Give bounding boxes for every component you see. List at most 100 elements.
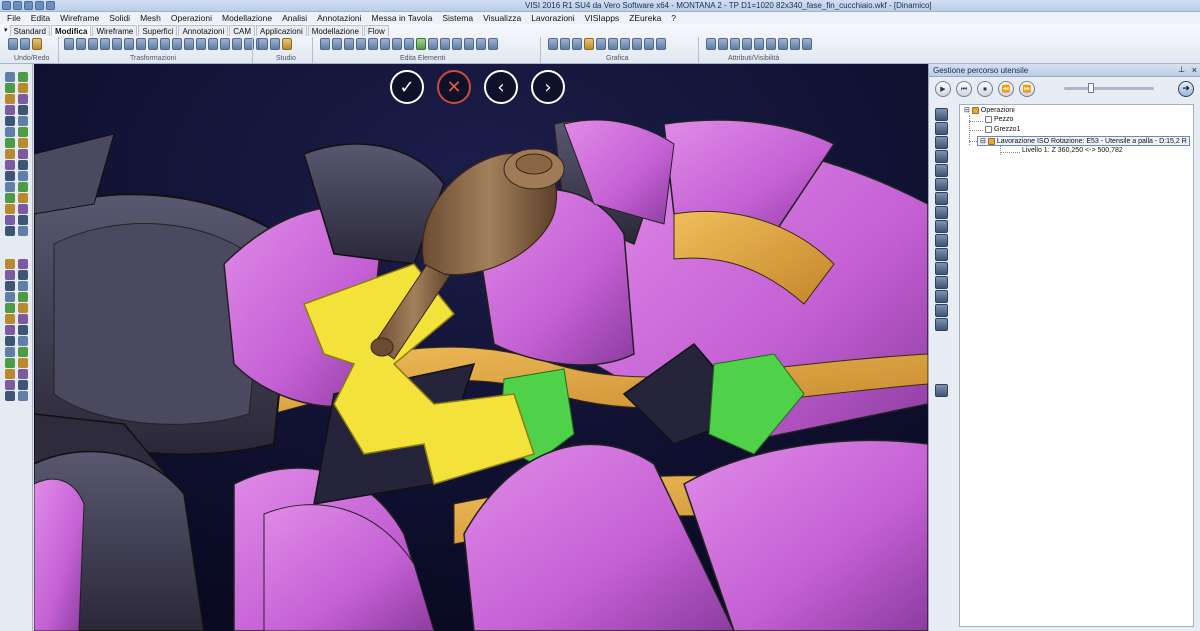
view-top-icon[interactable] (560, 38, 570, 50)
zoom-a-icon[interactable] (5, 369, 15, 379)
tab-applicazioni[interactable]: Applicazioni (256, 25, 307, 36)
shade-a-icon[interactable] (5, 358, 15, 368)
delete-icon[interactable] (476, 38, 486, 50)
wrap-icon[interactable] (184, 38, 194, 50)
tab-modifica[interactable]: Modifica (50, 25, 92, 36)
menu-item-edita[interactable]: Edita (26, 13, 55, 23)
project-icon[interactable] (172, 38, 182, 50)
analyze-b-icon[interactable] (18, 347, 28, 357)
scale-icon[interactable] (112, 38, 122, 50)
dimension-b-icon[interactable] (18, 171, 28, 181)
hidden-line-icon[interactable] (620, 38, 630, 50)
pan-a-icon[interactable] (5, 380, 15, 390)
fillet-icon[interactable] (368, 38, 378, 50)
cancel-button[interactable]: ✕ (437, 70, 471, 104)
analyze-a-icon[interactable] (5, 347, 15, 357)
layer-icon[interactable] (706, 38, 716, 50)
pin-icon[interactable]: ⊥ (1178, 65, 1185, 74)
close-icon[interactable]: × (1192, 65, 1197, 75)
edit-curve-icon[interactable] (416, 38, 426, 50)
text-a-icon[interactable] (5, 160, 15, 170)
show-a-icon[interactable] (5, 314, 15, 324)
text-b-icon[interactable] (18, 160, 28, 170)
previous-button[interactable]: ‹ (484, 70, 518, 104)
layer-b-icon[interactable] (18, 292, 28, 302)
menu-item-operazioni[interactable]: Operazioni (166, 13, 217, 23)
menu-item-lavorazioni[interactable]: Lavorazioni (526, 13, 579, 23)
slider-thumb[interactable] (1088, 83, 1094, 93)
play-button[interactable]: ▶ (935, 81, 951, 97)
menu-item-solidi[interactable]: Solidi (104, 13, 135, 23)
view-front-icon[interactable] (548, 38, 558, 50)
shade-b-icon[interactable] (18, 358, 28, 368)
settings-icon[interactable] (935, 276, 948, 289)
group-b-icon[interactable] (18, 281, 28, 291)
mirror-a-icon[interactable] (5, 226, 15, 236)
array-icon[interactable] (136, 38, 146, 50)
polygon-b-icon[interactable] (18, 138, 28, 148)
rectangle-b-icon[interactable] (18, 127, 28, 137)
tab-annotazioni[interactable]: Annotazioni (178, 25, 229, 36)
expand-icon[interactable] (935, 290, 948, 303)
pan-icon[interactable] (644, 38, 654, 50)
trim-b-icon[interactable] (18, 193, 28, 203)
color-icon[interactable] (718, 38, 728, 50)
rotate-view-icon[interactable] (656, 38, 666, 50)
fit-b-icon[interactable] (18, 391, 28, 401)
explode-icon[interactable] (440, 38, 450, 50)
show-b-icon[interactable] (18, 314, 28, 324)
rewind-button[interactable]: ⏮ (956, 81, 972, 97)
measure-a-icon[interactable] (5, 325, 15, 335)
post-icon[interactable] (935, 206, 948, 219)
hide-a-icon[interactable] (5, 303, 15, 313)
spline-b-icon[interactable] (18, 149, 28, 159)
bend-icon[interactable] (220, 38, 230, 50)
shade-icon[interactable] (596, 38, 606, 50)
point-a-icon[interactable] (5, 83, 15, 93)
pan-b-icon[interactable] (18, 380, 28, 390)
tree-item-pezzo[interactable]: Pezzo (985, 116, 1013, 123)
rotate-icon[interactable] (88, 38, 98, 50)
extrude-icon[interactable] (196, 38, 206, 50)
edit-more-icon[interactable] (488, 38, 498, 50)
sort-icon[interactable] (935, 220, 948, 233)
menu-item-visualizza[interactable]: Visualizza (478, 13, 526, 23)
copy-op-icon[interactable] (935, 136, 948, 149)
ribbon-collapse-icon[interactable]: ▾ (2, 25, 10, 36)
fit-a-icon[interactable] (5, 391, 15, 401)
simulation-slider[interactable] (1064, 83, 1154, 93)
measure-b-icon[interactable] (18, 325, 28, 335)
split-icon[interactable] (344, 38, 354, 50)
chamfer-icon[interactable] (380, 38, 390, 50)
fillet-b-icon[interactable] (18, 204, 28, 214)
view-iso-icon[interactable] (584, 38, 594, 50)
array-a-icon[interactable] (5, 270, 15, 280)
show-icon[interactable] (730, 38, 740, 50)
hide-icon[interactable] (742, 38, 752, 50)
menu-item-analisi[interactable]: Analisi (277, 13, 312, 23)
edit-op-icon[interactable] (935, 122, 948, 135)
menu-item-annotazioni[interactable]: Annotazioni (312, 13, 366, 23)
undo-icon[interactable] (8, 38, 18, 50)
section-a-icon[interactable] (5, 336, 15, 346)
open-file-icon[interactable] (13, 1, 22, 10)
tab-standard[interactable]: Standard (9, 25, 50, 36)
next-operation-icon[interactable]: ➜ (1178, 81, 1194, 97)
chamfer-b-icon[interactable] (18, 215, 28, 225)
collapse-icon[interactable] (935, 304, 948, 317)
redo-icon[interactable] (20, 38, 30, 50)
offset-icon[interactable] (160, 38, 170, 50)
break-icon[interactable] (392, 38, 402, 50)
line-b-icon[interactable] (18, 94, 28, 104)
delete-op-icon[interactable] (935, 150, 948, 163)
arc-b-icon[interactable] (18, 105, 28, 115)
menu-item-[interactable]: ? (666, 13, 681, 23)
menu-item-visiapps[interactable]: VISIapps (580, 13, 625, 23)
arc-a-icon[interactable] (5, 105, 15, 115)
circle-a-icon[interactable] (5, 116, 15, 126)
properties-icon[interactable] (802, 38, 812, 50)
trim-icon[interactable] (320, 38, 330, 50)
show-all-icon[interactable] (754, 38, 764, 50)
tools-icon[interactable] (935, 318, 948, 331)
edit-point-icon[interactable] (404, 38, 414, 50)
